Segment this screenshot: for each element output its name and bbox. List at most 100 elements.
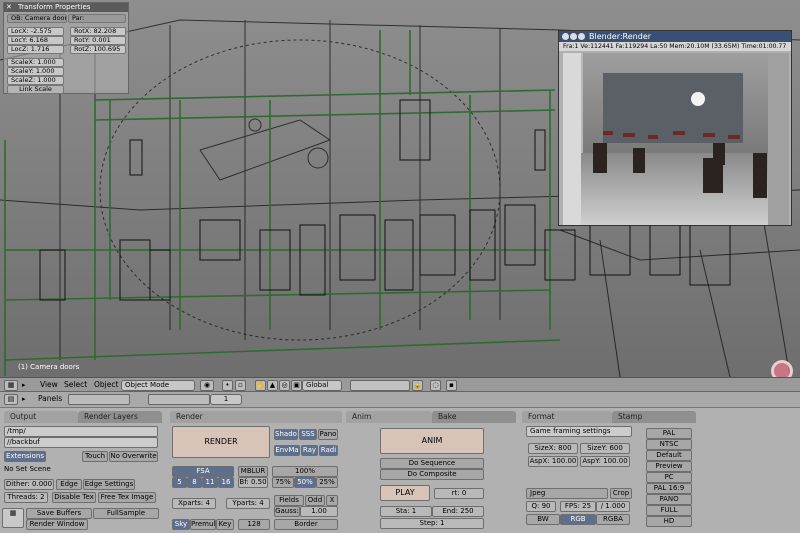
render-window[interactable]: Blender:Render Fra:1 Ve:112441 Fa:119294… <box>558 30 792 226</box>
fsa-button[interactable]: FSA <box>172 466 234 477</box>
close-icon[interactable]: ✕ <box>6 3 12 11</box>
tab-stamp[interactable]: Stamp <box>612 411 696 423</box>
crop-button[interactable]: Crop <box>610 488 632 499</box>
render-window-select[interactable]: Render Window <box>26 519 88 530</box>
envmap-button[interactable]: EnvMa <box>274 445 300 456</box>
locy-field[interactable]: LocY: 6.168 <box>7 36 64 45</box>
do-sequence-button[interactable]: Do Sequence <box>380 458 484 469</box>
window-close-icon[interactable] <box>562 33 569 40</box>
odd-button[interactable]: Odd <box>305 495 325 506</box>
edge-settings-button[interactable]: Edge Settings <box>83 479 135 490</box>
preset-pc-button[interactable]: PC <box>646 472 692 483</box>
pivot-dropdown-icon[interactable]: ▫ <box>235 380 246 391</box>
step-field[interactable]: Step: 1 <box>380 518 484 529</box>
scaley-field[interactable]: ScaleY: 1.000 <box>7 67 64 76</box>
no-overwrite-button[interactable]: No Overwrite <box>109 451 158 462</box>
preset-ntsc-button[interactable]: NTSC <box>646 439 692 450</box>
scalez-field[interactable]: ScaleZ: 1.000 <box>7 76 64 85</box>
blur-factor-field[interactable]: Bf: 0.50 <box>238 477 268 488</box>
fields-button[interactable]: Fields <box>274 495 304 506</box>
disable-tex-button[interactable]: Disable Tex <box>52 492 96 503</box>
output-path-field[interactable]: /tmp/ <box>4 426 158 437</box>
orientation-select[interactable]: Global <box>302 380 342 391</box>
context-icons[interactable] <box>68 394 130 405</box>
premul-button[interactable]: Premul <box>190 519 216 530</box>
locx-field[interactable]: LocX: -2.575 <box>7 27 64 36</box>
render-button[interactable]: RENDER <box>172 426 270 458</box>
scalex-field[interactable]: ScaleX: 1.000 <box>7 58 64 67</box>
size-100-button[interactable]: 100% <box>272 466 338 477</box>
hand-icon[interactable]: ✋ <box>255 380 266 391</box>
render-preview-icon[interactable]: ▪ <box>446 380 457 391</box>
border-button[interactable]: Border <box>274 519 338 530</box>
rt-field[interactable]: rt: 0 <box>434 488 484 499</box>
anim-button[interactable]: ANIM <box>380 428 484 454</box>
set-scene-label[interactable]: No Set Scene <box>4 465 51 473</box>
object-name-field[interactable]: OB: Camera doors <box>7 14 67 23</box>
parent-field[interactable]: Par: <box>68 14 126 23</box>
pivot-icon[interactable]: • <box>222 380 233 391</box>
gauss-value-field[interactable]: 1.00 <box>300 506 338 517</box>
mode-select[interactable]: Object Mode <box>121 380 195 391</box>
rotate-icon[interactable]: ◎ <box>279 380 290 391</box>
view3d-header[interactable]: ▦ ▸ View Select Object Object Mode ◉ • ▫… <box>0 377 800 392</box>
sub-context-icons[interactable] <box>148 394 210 405</box>
menu-select[interactable]: Select <box>64 380 87 390</box>
osa-8-button[interactable]: 8 <box>187 477 202 488</box>
rotz-field[interactable]: RotZ: 100.695 <box>70 45 126 54</box>
mblur-button[interactable]: MBLUR <box>238 466 268 477</box>
extensions-button[interactable]: Extensions <box>4 451 46 462</box>
tab-output[interactable]: Output <box>4 411 78 423</box>
quality-field[interactable]: Q: 90 <box>526 501 556 512</box>
locz-field[interactable]: LocZ: 1.716 <box>7 45 64 54</box>
shadow-button[interactable]: Shado <box>274 429 298 440</box>
preset-pal169-button[interactable]: PAL 16:9 <box>646 483 692 494</box>
key-button[interactable]: Key <box>216 519 234 530</box>
rgba-button[interactable]: RGBA <box>596 514 630 525</box>
pano-button[interactable]: Pano <box>318 429 338 440</box>
window-minimize-icon[interactable] <box>570 33 577 40</box>
preset-pal-button[interactable]: PAL <box>646 428 692 439</box>
sizex-field[interactable]: SizeX: 800 <box>528 443 578 454</box>
preset-preview-button[interactable]: Preview <box>646 461 692 472</box>
fps-field[interactable]: FPS: 25 <box>560 501 596 512</box>
snap-icon[interactable]: ◌ <box>430 380 441 391</box>
scale-icon[interactable]: ▣ <box>291 380 302 391</box>
lock-icon[interactable]: 🔒 <box>412 380 423 391</box>
start-frame-field[interactable]: Sta: 1 <box>380 506 432 517</box>
transform-properties-panel[interactable]: Transform Properties ✕ OB: Camera doors … <box>3 2 129 94</box>
dither-field[interactable]: Dither: 0.000 <box>4 479 54 490</box>
translate-icon[interactable]: ▲ <box>267 380 278 391</box>
tab-format[interactable]: Format <box>522 411 612 423</box>
rgb-button[interactable]: RGB <box>560 514 596 525</box>
threads-field[interactable]: Threads: 2 <box>4 492 48 503</box>
edge-button[interactable]: Edge <box>56 479 82 490</box>
preset-default-button[interactable]: Default <box>646 450 692 461</box>
preset-pano-button[interactable]: PANO <box>646 494 692 505</box>
link-scale-button[interactable]: Link Scale <box>7 85 64 94</box>
save-buffers-button[interactable]: Save Buffers <box>26 508 92 519</box>
osa-16-button[interactable]: 16 <box>218 477 234 488</box>
size-50-button[interactable]: 50% <box>294 477 316 488</box>
render-layers-grid-icon[interactable]: ▦ <box>2 508 24 528</box>
tab-anim[interactable]: Anim <box>346 411 432 423</box>
backbuf-path-field[interactable]: //backbuf <box>4 437 158 448</box>
osa-11-button[interactable]: 11 <box>202 477 218 488</box>
do-composite-button[interactable]: Do Composite <box>380 469 484 480</box>
play-button[interactable]: PLAY <box>380 485 430 501</box>
collapse-icon[interactable]: ▸ <box>22 395 26 403</box>
aspx-field[interactable]: AspX: 100.00 <box>528 456 578 467</box>
sss-button[interactable]: SSS <box>299 429 317 440</box>
end-frame-field[interactable]: End: 250 <box>432 506 484 517</box>
x-button[interactable]: X <box>326 495 338 506</box>
radio-button[interactable]: Radi <box>319 445 338 456</box>
window-controls[interactable] <box>562 33 586 42</box>
window-maximize-icon[interactable] <box>578 33 585 40</box>
frame-field[interactable]: 1 <box>210 394 242 405</box>
size-75-button[interactable]: 75% <box>272 477 294 488</box>
ray-button[interactable]: Ray <box>301 445 318 456</box>
rotx-field[interactable]: RotX: 82.208 <box>70 27 126 36</box>
menu-panels[interactable]: Panels <box>38 394 62 404</box>
bw-button[interactable]: BW <box>526 514 560 525</box>
osa-5-button[interactable]: 5 <box>172 477 187 488</box>
